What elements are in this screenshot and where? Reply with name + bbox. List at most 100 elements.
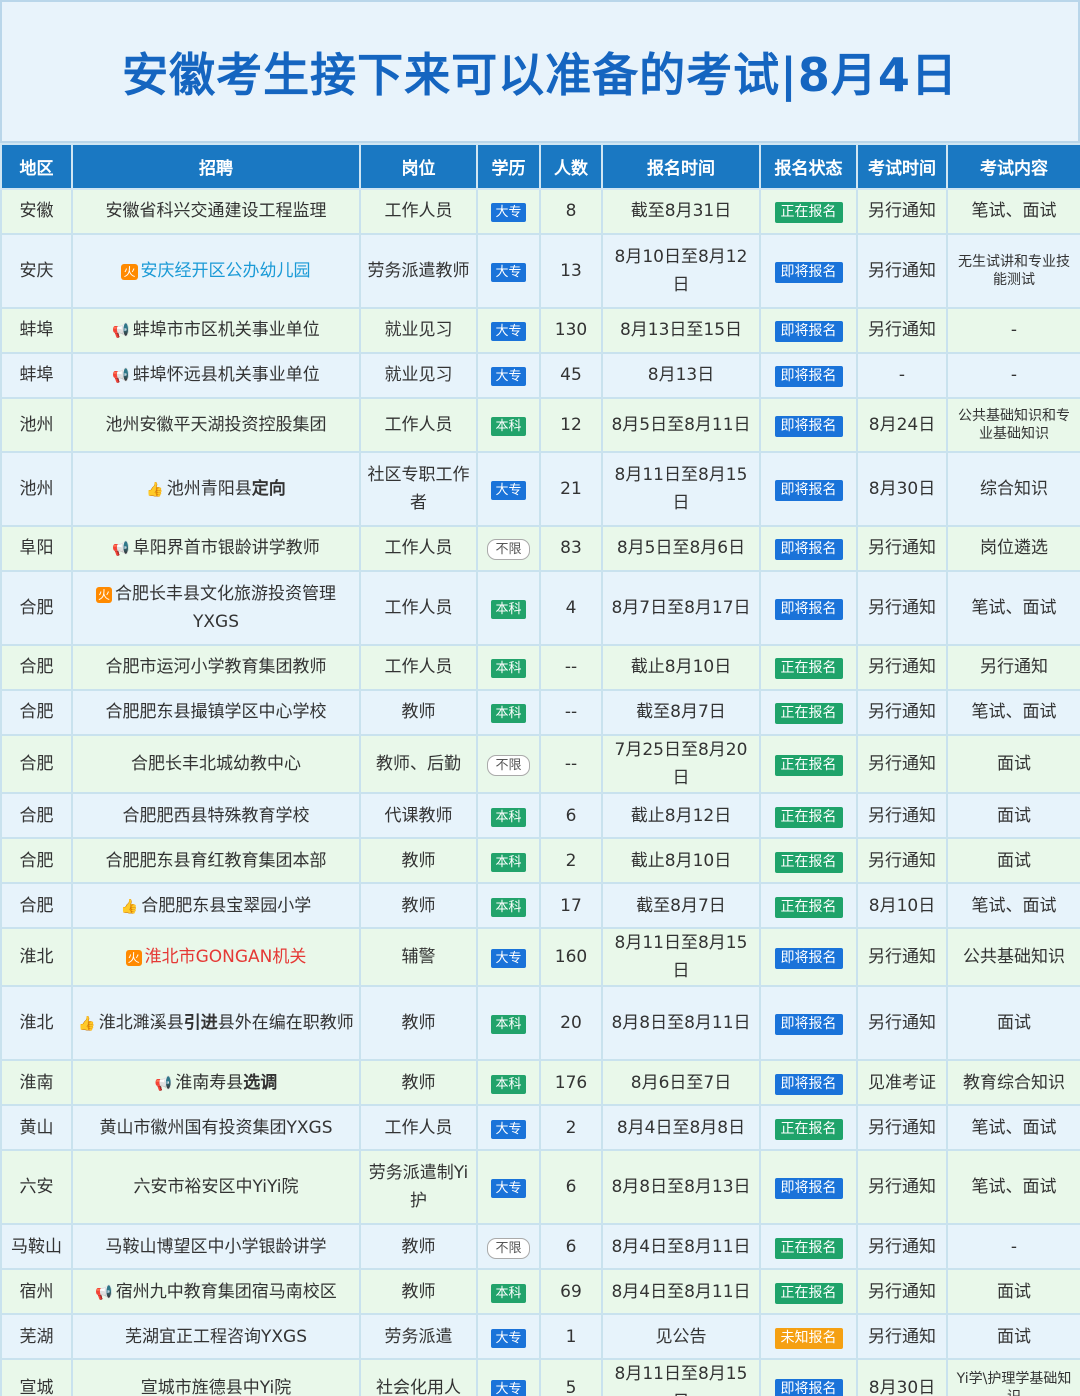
post-cell: 教师 <box>359 837 478 885</box>
org-cell: 👍 池州青阳县定向 <box>71 451 361 527</box>
org-cell: 合肥肥东县撮镇学区中心学校 <box>71 689 361 736</box>
org-cell: 合肥肥西县特殊教育学校 <box>71 792 361 840</box>
status-badge: 即将报名 <box>774 479 843 501</box>
horn-icon: 📢 <box>112 323 130 340</box>
org-cell: 火合肥长丰县文化旅游投资管理YXGS <box>71 570 361 646</box>
exam-content-cell: 面试 <box>946 1313 1080 1361</box>
region-cell: 蚌埠 <box>0 352 73 399</box>
status-cell: 即将报名 <box>759 927 858 988</box>
exam-content-cell: 无生试讲和专业技能测试 <box>946 233 1080 309</box>
edu-badge: 不限 <box>487 755 530 777</box>
post-cell: 辅警 <box>359 927 478 988</box>
region-cell: 合肥 <box>0 792 73 840</box>
edu-badge: 大专 <box>491 1179 526 1199</box>
reg-time-cell: 8月11日至8月15日 <box>601 927 761 988</box>
post-cell: 工作人员 <box>359 188 478 235</box>
status-badge: 即将报名 <box>774 1014 843 1036</box>
post-cell: 教师 <box>359 985 478 1062</box>
post-cell: 教师 <box>359 882 478 930</box>
post-cell: 就业见习 <box>359 307 478 354</box>
org-name: 宣城市旌德县中Yi院 <box>140 1378 292 1396</box>
edu-badge: 本科 <box>491 1074 526 1094</box>
count-cell: 12 <box>539 397 603 453</box>
reg-time-cell: 8月4日至8月11日 <box>601 1223 761 1271</box>
count-cell: 1 <box>539 1313 603 1361</box>
reg-time-cell: 8月4日至8月8日 <box>601 1104 761 1152</box>
post-cell: 社区专职工作者 <box>359 451 478 527</box>
table-row: 合肥 合肥肥东县撮镇学区中心学校 教师 本科 -- 截至8月7日 正在报名 另行通知 笔试、面试 <box>0 689 1080 736</box>
table-body: 安徽 安徽省科兴交通建设工程监理 工作人员 大专 8 截至8月31日 正在报名 另行通知 笔试、… <box>0 188 1080 1396</box>
edu-badge: 本科 <box>491 704 526 724</box>
status-cell: 正在报名 <box>759 1223 858 1271</box>
edu-cell: 不限 <box>476 525 541 572</box>
org-highlight: 定向 <box>251 478 286 499</box>
table-row: 合肥火合肥长丰县文化旅游投资管理YXGS 工作人员 本科 4 8月7日至8月17日 即将报… <box>0 570 1080 646</box>
org-name-tail: 县外在编在职教师 <box>217 1013 354 1034</box>
table-header-row: 地区 招聘 岗位 学历 人数 报名时间 报名状态 考试时间 考试内容 <box>0 143 1080 190</box>
count-cell: -- <box>539 644 603 691</box>
status-badge: 正在报名 <box>774 1118 843 1140</box>
org-cell: 合肥市运河小学教育集团教师 <box>71 644 361 691</box>
table-row: 蚌埠 📢 蚌埠怀远县机关事业单位 就业见习 大专 45 8月13日 即将报名 - - <box>0 352 1080 399</box>
org-name: 合肥肥东县宝翠园小学 <box>141 895 312 916</box>
edu-cell: 大专 <box>476 1104 541 1152</box>
horn-icon: 📢 <box>154 1075 173 1092</box>
table-row: 马鞍山 马鞍山博望区中小学银龄讲学 教师 不限 6 8月4日至8月11日 正在报名 另行通知 - <box>0 1223 1080 1271</box>
page-title: 安徽考生接下来可以准备的考试|8月4日 <box>122 47 958 102</box>
post-cell: 劳务派遣制Yi护 <box>359 1149 478 1226</box>
status-cell: 即将报名 <box>759 525 858 572</box>
status-cell: 正在报名 <box>759 1104 858 1152</box>
org-name: 淮南寿县 <box>175 1072 244 1093</box>
status-cell: 正在报名 <box>759 882 858 930</box>
org-name: 蚌埠怀远县机关事业单位 <box>132 365 320 386</box>
table-row: 合肥 合肥长丰北城幼教中心 教师、后勤 不限 -- 7月25日至8月20日 正在报名 另行通知… <box>0 733 1080 795</box>
status-cell: 正在报名 <box>759 837 858 885</box>
org-name: 马鞍山博望区中小学银龄讲学 <box>105 1236 327 1257</box>
exam-content-cell: 笔试、面试 <box>946 188 1080 235</box>
column-header: 招聘 <box>71 143 361 190</box>
region-cell: 池州 <box>0 451 73 527</box>
edu-cell: 大专 <box>476 1149 541 1226</box>
region-cell: 合肥 <box>0 644 73 691</box>
org-name: 安庆经开区公办幼儿园 <box>140 260 311 281</box>
exam-content-cell: 面试 <box>946 985 1080 1062</box>
table-row: 淮北 👍 淮北濉溪县引进县外在编在职教师 教师 本科 20 8月8日至8月11日 即将报名 另行… <box>0 985 1080 1062</box>
count-cell: 6 <box>539 1223 603 1271</box>
exam-content-cell: Yi学\护理学基础知识 <box>946 1358 1080 1396</box>
table-row: 淮北火淮北市GONGAN机关 辅警 大专 160 8月11日至8月15日 即将报名 另行通知… <box>0 927 1080 988</box>
edu-badge: 大专 <box>491 480 526 500</box>
count-cell: 6 <box>539 792 603 840</box>
org-cell: 火安庆经开区公办幼儿园 <box>71 233 361 309</box>
status-badge: 即将报名 <box>774 598 843 620</box>
edu-badge: 本科 <box>491 599 526 619</box>
reg-time-cell: 8月13日 <box>601 352 761 399</box>
count-cell: 8 <box>539 188 603 235</box>
status-badge: 正在报名 <box>774 851 843 873</box>
exam-time-cell: 另行通知 <box>856 233 948 309</box>
edu-badge: 大专 <box>491 1380 526 1396</box>
edu-cell: 不限 <box>476 1223 541 1271</box>
edu-badge: 本科 <box>491 852 526 872</box>
region-cell: 宿州 <box>0 1268 73 1316</box>
edu-badge: 本科 <box>491 897 526 917</box>
edu-cell: 本科 <box>476 689 541 736</box>
post-cell: 工作人员 <box>359 644 478 691</box>
status-cell: 即将报名 <box>759 1149 858 1226</box>
edu-cell: 大专 <box>476 451 541 527</box>
reg-time-cell: 8月6日至7日 <box>601 1059 761 1107</box>
status-badge: 即将报名 <box>774 539 843 561</box>
edu-badge: 大专 <box>491 322 526 342</box>
status-cell: 即将报名 <box>759 1358 858 1396</box>
edu-cell: 大专 <box>476 188 541 235</box>
post-cell: 就业见习 <box>359 352 478 399</box>
org-cell: 芜湖宜正工程咨询YXGS <box>71 1313 361 1361</box>
exam-time-cell: 另行通知 <box>856 1104 948 1152</box>
status-badge: 正在报名 <box>774 896 843 918</box>
table-row: 黄山 黄山市徽州国有投资集团YXGS 工作人员 大专 2 8月4日至8月8日 正在报名 另行通… <box>0 1104 1080 1152</box>
status-cell: 即将报名 <box>759 570 858 646</box>
column-header: 考试时间 <box>856 143 948 190</box>
exam-content-cell: 综合知识 <box>946 451 1080 527</box>
status-cell: 即将报名 <box>759 397 858 453</box>
reg-time-cell: 8月5日至8月11日 <box>601 397 761 453</box>
reg-time-cell: 截至8月31日 <box>601 188 761 235</box>
